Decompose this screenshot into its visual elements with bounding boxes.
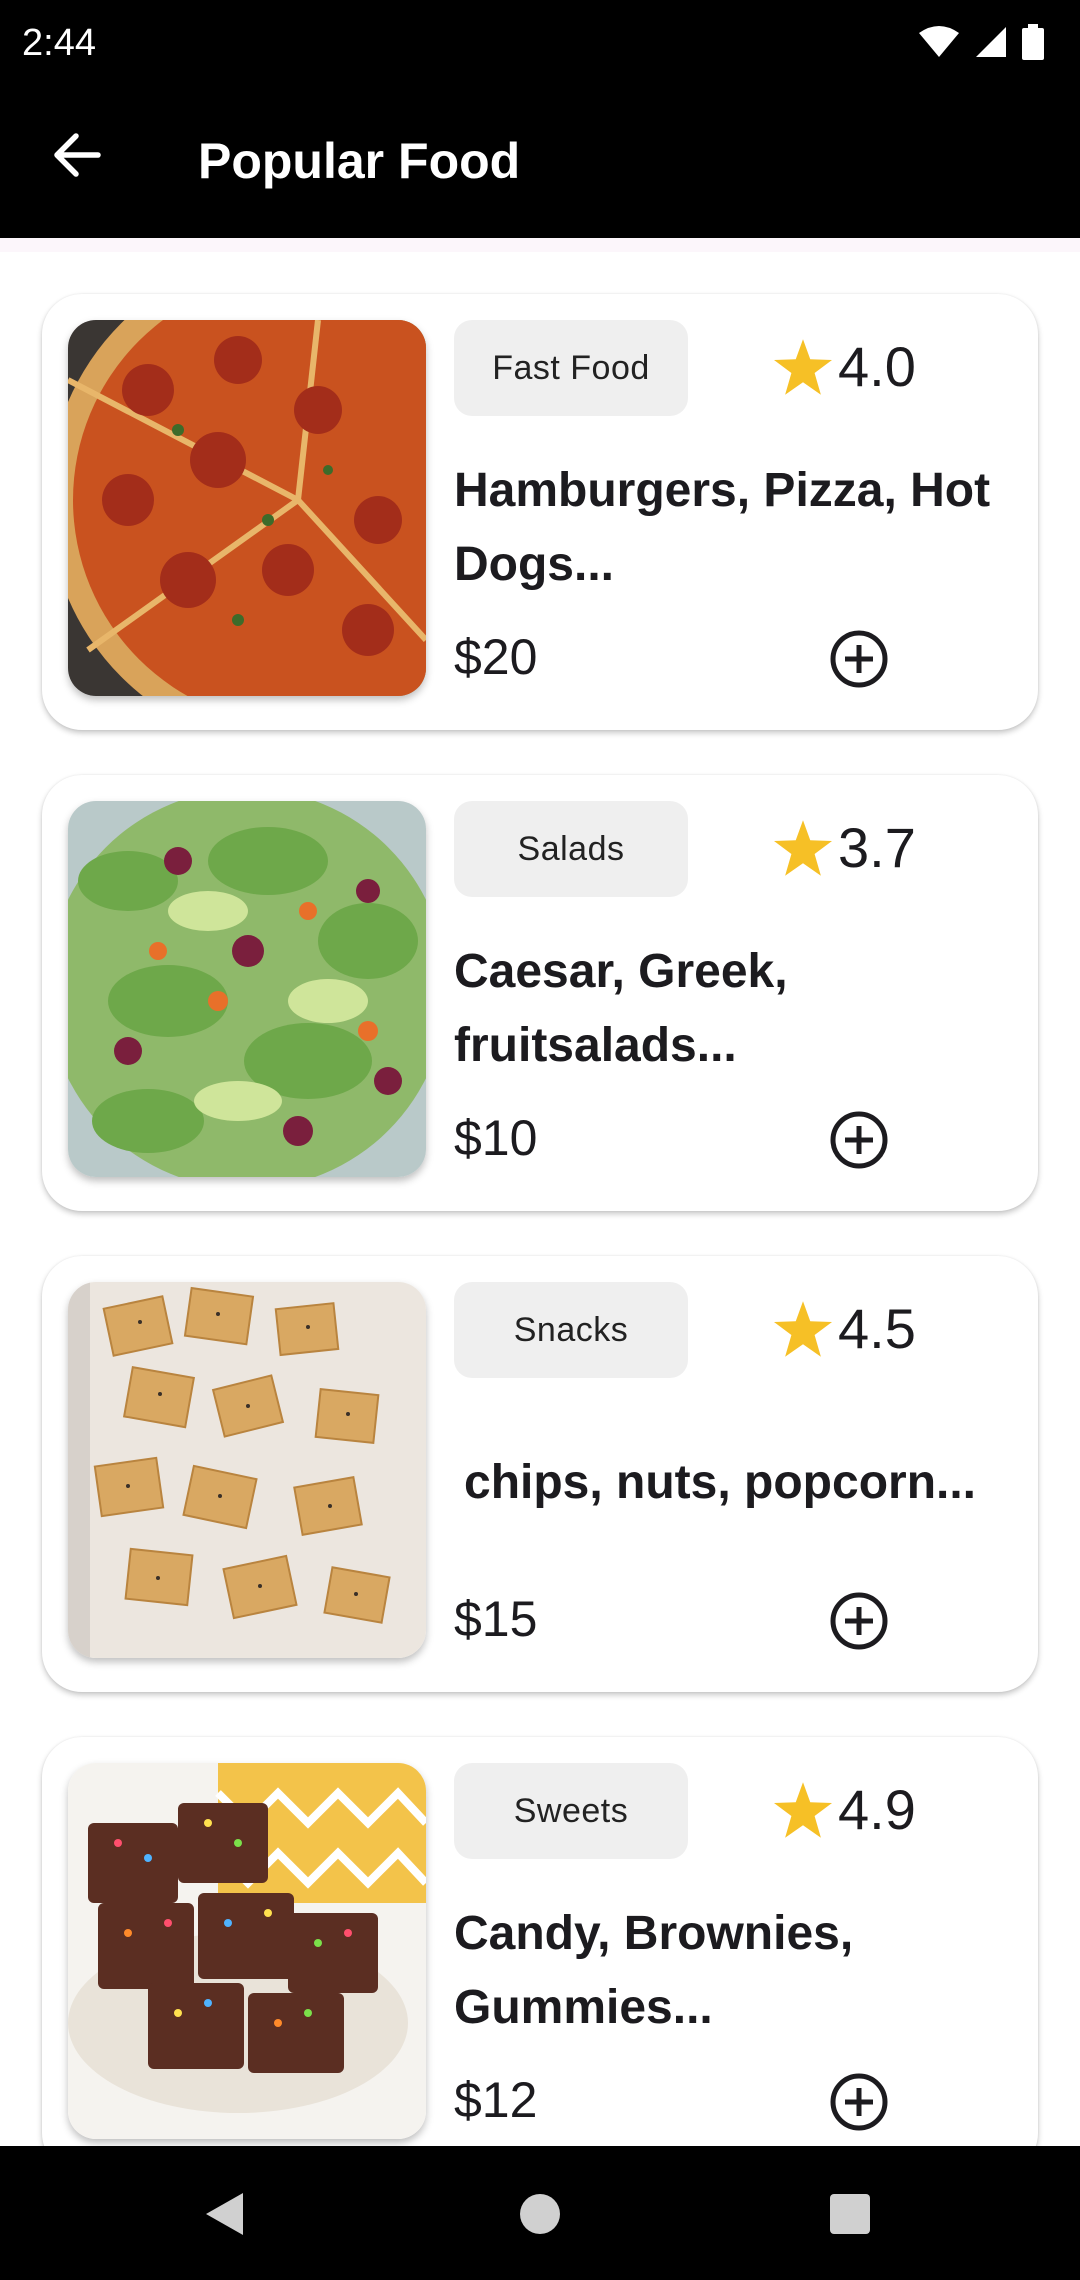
add-button[interactable] [824,624,894,694]
wifi-icon [919,26,959,57]
add-circle-icon [830,2073,888,2131]
battery-icon [1022,24,1044,60]
add-button[interactable] [824,2067,894,2137]
item-description: Hamburgers, Pizza, Hot Dogs... [454,464,991,591]
add-circle-icon [830,630,888,688]
star-icon [774,1781,832,1838]
rating-value: 4.0 [838,335,916,398]
category-chip[interactable]: Snacks [454,1282,688,1378]
recents-square-icon [830,2194,870,2234]
star-icon [774,819,832,876]
add-button[interactable] [824,1586,894,1656]
page-title: Popular Food [198,133,521,189]
system-nav-bar [0,2146,1080,2280]
add-circle-icon [830,1111,888,1169]
brownies-image [68,1763,426,2139]
item-description: Candy, Brownies, Gummies... [454,1907,854,2034]
item-price: $20 [454,629,538,685]
item-description: Caesar, Greek, fruitsalads... [454,945,788,1072]
food-card[interactable]: Sweets 4.9 Candy, Brownies, Gummies... $… [42,1737,1038,2146]
food-card[interactable]: Fast Food 4.0 Hamburgers, Pizza, Hot Dog… [42,294,1038,730]
crackers-image [68,1282,426,1658]
food-card[interactable]: Snacks 4.5 chips, nuts, popcorn... $15 [42,1256,1038,1692]
item-price: $10 [454,1110,538,1166]
nav-home-button[interactable] [512,2186,568,2242]
rating: 4.5 [774,1296,916,1361]
category-chip[interactable]: Fast Food [454,320,688,416]
rating-value: 3.7 [838,816,916,879]
status-bar: 2:44 [0,0,1080,84]
status-time: 2:44 [22,22,96,64]
rating-value: 4.5 [838,1297,916,1360]
back-button[interactable] [40,118,114,192]
item-price: $15 [454,1591,538,1647]
nav-back-button[interactable] [196,2186,252,2242]
arrow-back-icon [54,133,101,177]
category-chip[interactable]: Sweets [454,1763,688,1859]
rating: 3.7 [774,815,916,880]
salad-image [68,801,426,1177]
nav-recents-button[interactable] [822,2186,878,2242]
rating-value: 4.9 [838,1778,916,1841]
category-chip[interactable]: Salads [454,801,688,897]
rating: 4.0 [774,334,916,399]
item-description: chips, nuts, popcorn... [464,1456,977,1509]
add-button[interactable] [824,1105,894,1175]
star-icon [774,1300,832,1357]
status-icons [918,24,1044,60]
app-bar-divider [0,238,1080,252]
star-icon [774,338,832,395]
app-bar: Popular Food [0,84,1080,238]
rating: 4.9 [774,1777,916,1842]
add-circle-icon [830,1592,888,1650]
item-price: $12 [454,2072,538,2128]
home-circle-icon [520,2194,560,2234]
pizza-image [68,320,426,696]
food-card[interactable]: Salads 3.7 Caesar, Greek, fruitsalads...… [42,775,1038,1211]
cellular-signal-icon [976,27,1006,57]
food-list[interactable]: Fast Food 4.0 Hamburgers, Pizza, Hot Dog… [0,252,1080,2146]
back-triangle-icon [206,2193,243,2235]
